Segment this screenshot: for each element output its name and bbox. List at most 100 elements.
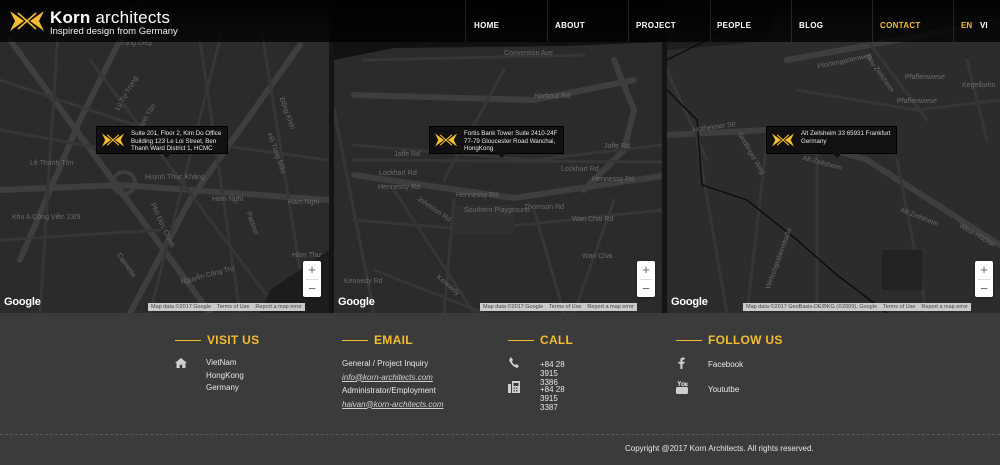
zoom-in-button[interactable]: + (303, 261, 321, 279)
social-links: Facebook Yoututbe (676, 357, 783, 407)
map-hongkong[interactable]: Convention Ave Harbour Rd Jaffe Rd Jaffe… (334, 0, 662, 313)
email-title: EMAIL (374, 333, 413, 347)
street-label: Hennessy Rd (456, 192, 499, 199)
street-label: Convention Ave (504, 50, 553, 57)
street-label: Jaffe Rd (394, 151, 420, 158)
brand-name-rest: architects (90, 8, 171, 27)
general-email-link[interactable]: info@korn-architects.com (342, 371, 444, 385)
street-label: Wan Chai (582, 253, 613, 260)
nav-project[interactable]: PROJECT (636, 0, 676, 42)
zoom-control: + − (975, 261, 993, 297)
street-label: Hàm Thư (292, 252, 322, 259)
nav-separator (628, 0, 629, 42)
zoom-out-button[interactable]: − (303, 280, 321, 298)
map-pin-hongkong[interactable]: Fortis Bank Tower Suite 2410-24F 77-79 G… (429, 126, 565, 158)
report-error-link[interactable]: Report a map error (255, 303, 301, 311)
map-pin-vietnam[interactable]: Suite 201, Floor 2, Kim Do Office Buildi… (96, 126, 229, 158)
google-logo[interactable]: Google (338, 296, 375, 308)
youtube-link[interactable]: Yoututbe (708, 385, 739, 394)
terms-link[interactable]: Terms of Use (217, 303, 249, 311)
street-label: Khu A Công Viên 23/9 (12, 214, 81, 221)
map-data-text: Map data ©2017 GeoBasis-DE/BKG (©2009), … (746, 304, 878, 310)
pin-arrow (496, 153, 507, 158)
follow-title: FOLLOW US (708, 333, 783, 347)
zoom-out-button[interactable]: − (637, 280, 655, 298)
email-heading: EMAIL (342, 333, 444, 347)
call-details: +84 28 3915 3386 +84 28 3915 3387 (508, 357, 573, 412)
terms-link[interactable]: Terms of Use (549, 303, 581, 311)
google-logo[interactable]: Google (671, 296, 708, 308)
zoom-control: + − (303, 261, 321, 297)
fax-icon (508, 381, 520, 393)
fax-number[interactable]: +84 28 3915 3387 (540, 385, 573, 412)
heading-rule (676, 340, 702, 341)
site-footer: VISIT US VietNam HongKong Germany EMAIL … (0, 313, 1000, 465)
call-title: CALL (540, 333, 574, 347)
pin-address-line: Germany (801, 137, 827, 145)
site-logo[interactable]: Korn architects Inspired design from Ger… (8, 6, 198, 38)
street-label: Kennedy Rd (344, 278, 383, 285)
street-label: Lê Thánh Tôn (30, 160, 74, 167)
brand-tagline: Inspired design from Germany (50, 26, 178, 37)
street-label: Hàm Nghi (288, 199, 320, 206)
map-data-text: Map data ©2017 Google (151, 304, 212, 310)
map-data-text: Map data ©2017 Google (483, 304, 544, 310)
nav-separator (465, 0, 466, 42)
map-germany[interactable]: Pfortengartenweg Neu Zeilsheim Pfaffenwi… (667, 0, 1000, 313)
terms-link[interactable]: Terms of Use (883, 303, 915, 311)
footer-visit-column: VISIT US VietNam HongKong Germany (175, 333, 259, 395)
facebook-link[interactable]: Facebook (708, 360, 743, 369)
zoom-out-button[interactable]: − (975, 280, 993, 298)
general-inquiry-label: General / Project Inquiry (342, 359, 429, 368)
map-attribution: Map data ©2017 Google Terms of Use Repor… (480, 303, 637, 311)
pin-address-line: HongKong (464, 145, 494, 153)
heading-rule (508, 340, 534, 341)
location-vietnam[interactable]: VietNam (206, 357, 244, 370)
brand-name-bold: Korn (50, 8, 91, 27)
street-label: Hàm Nghi (212, 196, 244, 203)
street-label: Lockhart Rd (561, 166, 599, 173)
map-vietnam[interactable]: Tùng Diệp Lý Tự Trọng Lê Thánh Tôn Lê Th… (0, 0, 329, 313)
location-list: VietNam HongKong Germany (206, 357, 244, 395)
street-label: Thomson Rd (524, 204, 565, 211)
nav-home[interactable]: HOME (474, 0, 499, 42)
nav-blog[interactable]: BLOG (799, 0, 823, 42)
google-logo[interactable]: Google (4, 296, 41, 308)
pin-address-line: Alt Zeilsheim 33 65931 Frankfurt (801, 130, 891, 137)
nav-contact[interactable]: CONTACT (880, 0, 921, 42)
nav-people[interactable]: PEOPLE (717, 0, 751, 42)
location-hongkong[interactable]: HongKong (206, 370, 244, 383)
pin-address-line: Building 123 Le Loi Street, Ben (131, 137, 217, 145)
map-attribution: Map data ©2017 GeoBasis-DE/BKG (©2009), … (743, 303, 971, 311)
youtube-icon[interactable] (676, 381, 688, 394)
location-germany[interactable]: Germany (206, 382, 244, 395)
street-label: Pfaffenwiese (905, 74, 945, 81)
footer-call-column: CALL +84 28 3915 3386 +84 28 3915 3387 (508, 333, 574, 412)
phone-number[interactable]: +84 28 3915 3386 (540, 360, 573, 387)
nav-separator (710, 0, 711, 42)
zoom-in-button[interactable]: + (975, 261, 993, 279)
street-label: Harbour Rd (534, 93, 571, 100)
pin-address-line: Fortis Bank Tower Suite 2410-24F (464, 130, 558, 137)
facebook-icon[interactable] (678, 357, 685, 369)
report-error-link[interactable]: Report a map error (587, 303, 633, 311)
street-label: Hennessy Rd (592, 176, 635, 183)
nav-separator (872, 0, 873, 42)
map-pin-germany[interactable]: Alt Zeilsheim 33 65931 Frankfurt Germany (766, 126, 898, 158)
admin-email-link[interactable]: haivan@korn-architects.com (342, 398, 444, 412)
footer-follow-column: FOLLOW US Facebook Yoututbe (676, 333, 783, 407)
zoom-in-button[interactable]: + (637, 261, 655, 279)
report-error-link[interactable]: Report a map error (921, 303, 967, 311)
zoom-control: + − (637, 261, 655, 297)
street-label: Kegelbahn (962, 82, 996, 89)
lang-en[interactable]: EN (961, 21, 972, 30)
nav-about[interactable]: ABOUT (555, 0, 585, 42)
street-label: Pfaffenwiese (897, 98, 937, 105)
brand-name: Korn architects (50, 8, 170, 28)
home-icon (175, 358, 187, 368)
heading-rule (175, 340, 201, 341)
street-label: Southern Playground (464, 207, 530, 214)
heading-rule (342, 340, 368, 341)
visit-heading: VISIT US (175, 333, 259, 347)
lang-vi[interactable]: VI (980, 21, 988, 30)
